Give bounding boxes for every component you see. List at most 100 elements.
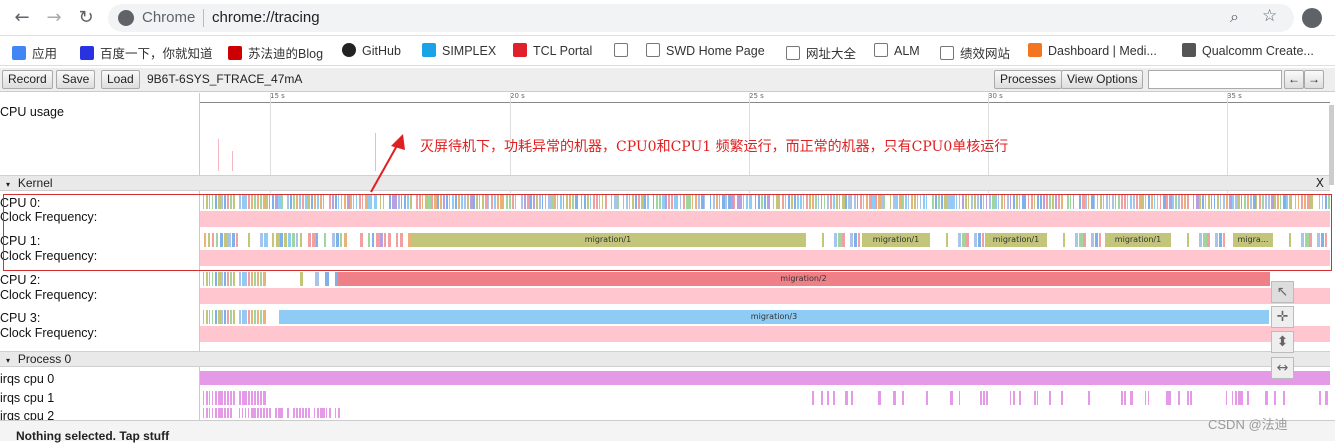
thread-slice[interactable]	[308, 408, 310, 418]
search-input[interactable]	[1148, 70, 1282, 89]
thread-slice[interactable]	[221, 310, 223, 324]
thread-slice[interactable]	[1187, 391, 1189, 405]
thread-slice[interactable]	[263, 272, 266, 286]
record-button[interactable]: Record	[2, 70, 53, 89]
thread-slice[interactable]	[233, 391, 235, 405]
thread-slice[interactable]	[248, 391, 250, 405]
irqs-cpu2-track[interactable]	[200, 408, 1330, 418]
thread-slice[interactable]	[221, 408, 223, 418]
thread-slice[interactable]	[260, 391, 262, 405]
thread-slice[interactable]	[206, 310, 208, 324]
close-icon[interactable]: X	[1316, 176, 1324, 190]
thread-slice[interactable]	[902, 391, 904, 405]
thread-slice[interactable]	[986, 391, 988, 405]
thread-slice[interactable]	[248, 310, 250, 324]
thread-slice[interactable]	[335, 408, 336, 418]
thread-slice[interactable]	[227, 310, 229, 324]
thread-slice[interactable]	[1325, 391, 1328, 405]
url-text[interactable]: chrome://tracing	[212, 9, 320, 26]
thread-slice[interactable]	[239, 391, 241, 405]
thread-slice[interactable]	[1235, 391, 1237, 405]
thread-slice[interactable]	[287, 408, 289, 418]
time-ruler[interactable]: 15 s 20 s 25 s 30 s 35 s	[200, 92, 1330, 193]
timing-tool-icon[interactable]: ↔	[1271, 357, 1294, 379]
bookmark-swd[interactable]: SWD Home Page	[646, 43, 765, 58]
thread-slice[interactable]	[1319, 391, 1321, 405]
thread-slice[interactable]	[329, 408, 331, 418]
cpu3-clock-track[interactable]	[200, 326, 1330, 342]
thread-slice[interactable]	[1190, 391, 1192, 405]
bookmark-apps[interactable]: 应用	[12, 43, 57, 62]
thread-slice[interactable]	[209, 391, 210, 405]
thread-slice[interactable]	[1013, 391, 1015, 405]
thread-slice[interactable]	[302, 408, 304, 418]
thread-slice[interactable]	[1037, 391, 1038, 405]
thread-slice[interactable]	[263, 391, 266, 405]
bookmark-alm[interactable]: ALM	[874, 43, 920, 58]
zoom-icon[interactable]: ⌕	[1230, 7, 1239, 27]
thread-slice[interactable]	[221, 391, 223, 405]
thread-slice[interactable]	[245, 310, 247, 324]
thread-slice[interactable]	[326, 408, 327, 418]
thread-slice[interactable]	[1148, 391, 1149, 405]
thread-slice[interactable]	[1034, 391, 1036, 405]
forward-arrow-icon[interactable]: →	[42, 6, 66, 30]
thread-slice[interactable]	[1178, 391, 1180, 405]
thread-slice[interactable]	[203, 310, 204, 324]
zoom-tool-icon[interactable]: ⬍	[1271, 331, 1294, 353]
thread-slice[interactable]	[257, 391, 259, 405]
thread-slice[interactable]	[1049, 391, 1051, 405]
collapse-triangle-icon[interactable]: ▾	[6, 356, 10, 365]
thread-slice[interactable]	[203, 408, 204, 418]
bookmark-baidu[interactable]: 百度一下，你就知道	[80, 43, 213, 62]
thread-slice[interactable]	[1121, 391, 1123, 405]
site-info-icon[interactable]	[118, 10, 134, 26]
save-button[interactable]: Save	[56, 70, 96, 89]
thread-slice[interactable]	[245, 408, 246, 418]
irqs-cpu0-track[interactable]	[200, 371, 1330, 385]
thread-slice[interactable]	[1019, 391, 1021, 405]
thread-slice[interactable]	[833, 391, 835, 405]
thread-slice[interactable]	[215, 408, 217, 418]
kernel-section-header[interactable]: ▾ Kernel X	[0, 175, 1330, 191]
thread-slice[interactable]	[239, 310, 241, 324]
thread-slice[interactable]	[299, 408, 301, 418]
thread-slice[interactable]	[827, 391, 829, 405]
thread-slice[interactable]	[959, 391, 960, 405]
thread-slice[interactable]	[263, 310, 266, 324]
thread-slice[interactable]	[275, 408, 277, 418]
thread-slice[interactable]	[203, 391, 204, 405]
thread-slice[interactable]	[209, 310, 210, 324]
thread-slice[interactable]	[260, 310, 262, 324]
profile-icon[interactable]	[1302, 8, 1322, 28]
thread-slice[interactable]	[230, 408, 232, 418]
thread-slice[interactable]	[224, 408, 226, 418]
pan-tool-icon[interactable]: ✛	[1271, 306, 1294, 328]
find-previous-button[interactable]: ←	[1284, 70, 1304, 89]
thread-slice[interactable]	[315, 272, 319, 286]
bookmark-blank[interactable]	[614, 43, 634, 58]
view-options-button[interactable]: View Options	[1061, 70, 1144, 89]
thread-slice[interactable]	[980, 391, 982, 405]
thread-slice[interactable]	[251, 272, 253, 286]
thread-slice[interactable]	[1274, 391, 1276, 405]
thread-slice[interactable]	[251, 310, 253, 324]
thread-slice[interactable]	[950, 391, 953, 405]
thread-slice[interactable]	[821, 391, 823, 405]
thread-slice[interactable]	[230, 310, 232, 324]
thread-slice[interactable]	[314, 408, 315, 418]
thread-slice[interactable]	[851, 391, 853, 405]
thread-slice[interactable]	[209, 272, 210, 286]
thread-slice[interactable]	[878, 391, 881, 405]
scrollbar-thumb[interactable]	[1329, 105, 1334, 185]
thread-slice[interactable]	[248, 272, 250, 286]
bookmark-url-directory[interactable]: 网址大全	[786, 43, 856, 62]
thread-slice[interactable]	[224, 391, 226, 405]
thread-slice[interactable]	[257, 272, 259, 286]
bookmark-github[interactable]: GitHub	[342, 43, 401, 58]
cpu2-clock-track[interactable]	[200, 288, 1330, 304]
thread-slice[interactable]	[239, 408, 240, 418]
thread-slice[interactable]	[305, 408, 307, 418]
thread-slice[interactable]	[281, 408, 283, 418]
thread-slice[interactable]	[926, 391, 928, 405]
